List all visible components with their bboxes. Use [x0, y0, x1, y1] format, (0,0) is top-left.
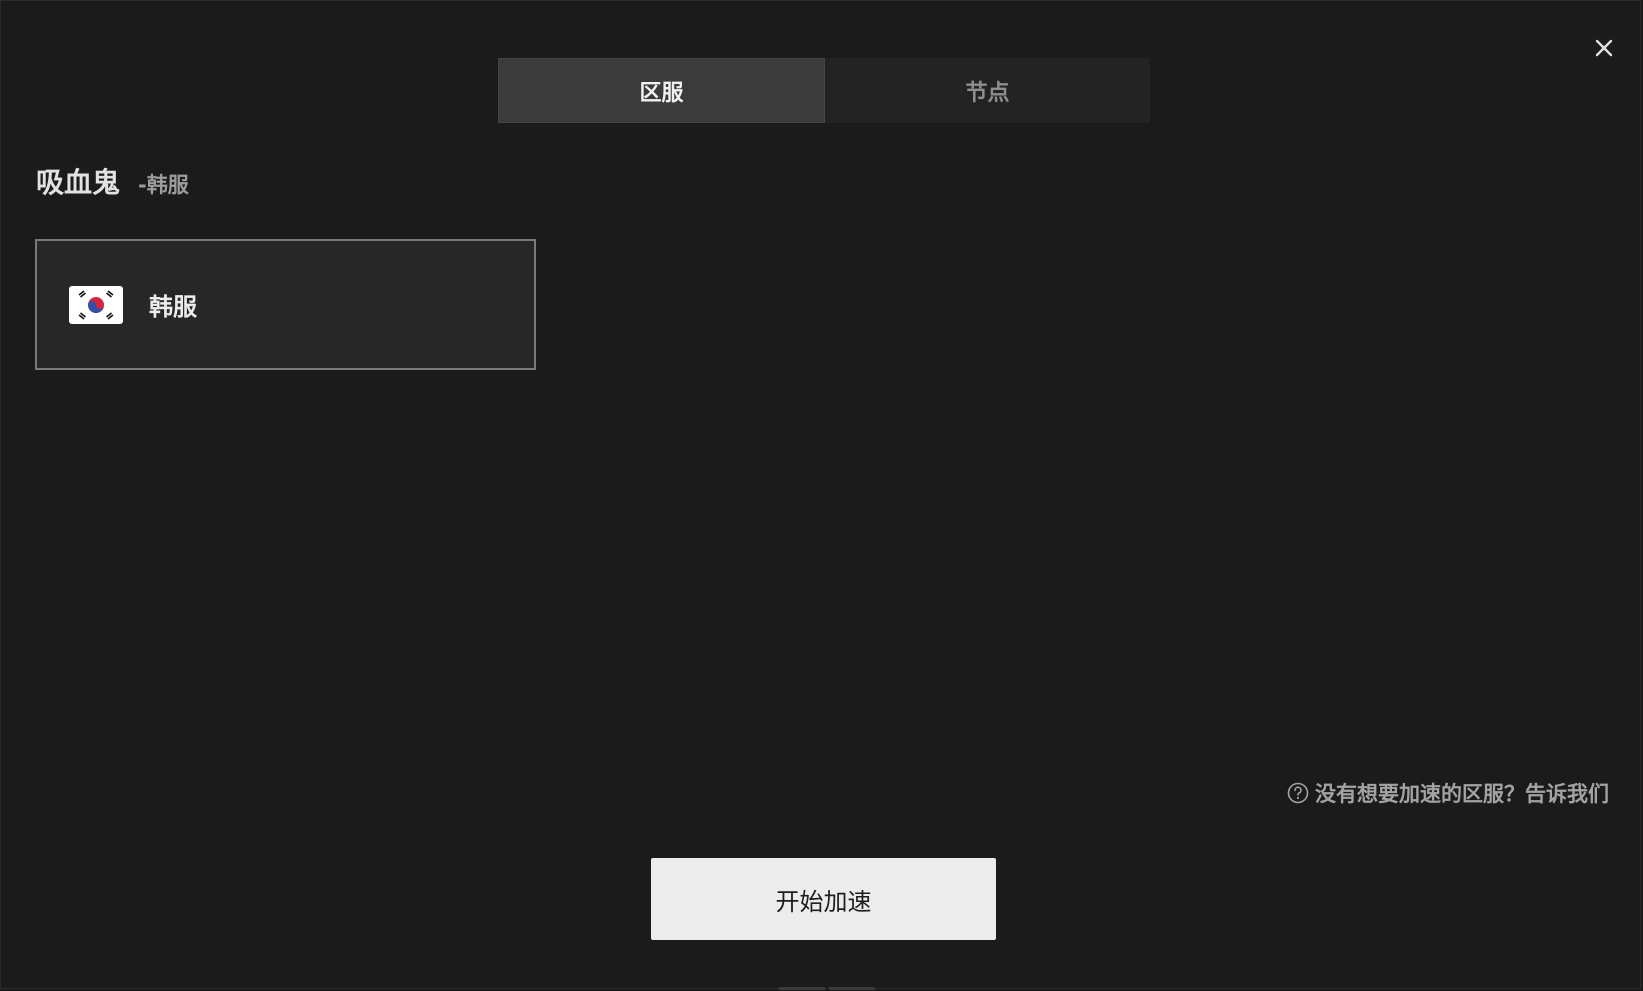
feedback-link[interactable]: 没有想要加速的区服？告诉我们: [1287, 778, 1609, 808]
tab-region[interactable]: 区服: [498, 58, 825, 123]
server-option-label: 韩服: [149, 293, 197, 321]
server-option-korea[interactable]: 韩服: [35, 239, 536, 370]
accelerator-dialog: 区服 节点 吸血鬼 -韩服 韩服 没有想要加速的区服？告诉我们 开始加速: [0, 0, 1641, 990]
south-korea-flag-icon: [69, 285, 123, 324]
game-region-suffix: -韩服: [138, 173, 189, 197]
close-button[interactable]: [1589, 33, 1619, 63]
game-name: 吸血鬼: [36, 166, 121, 199]
start-acceleration-button[interactable]: 开始加速: [651, 858, 996, 940]
game-heading: 吸血鬼 -韩服: [36, 161, 189, 201]
resize-handle: [779, 987, 875, 990]
question-circle-icon: [1287, 782, 1309, 804]
tab-node[interactable]: 节点: [825, 58, 1150, 123]
tab-bar: 区服 节点: [498, 58, 1150, 123]
close-icon: [1595, 39, 1613, 57]
feedback-text: 没有想要加速的区服？告诉我们: [1315, 782, 1609, 806]
